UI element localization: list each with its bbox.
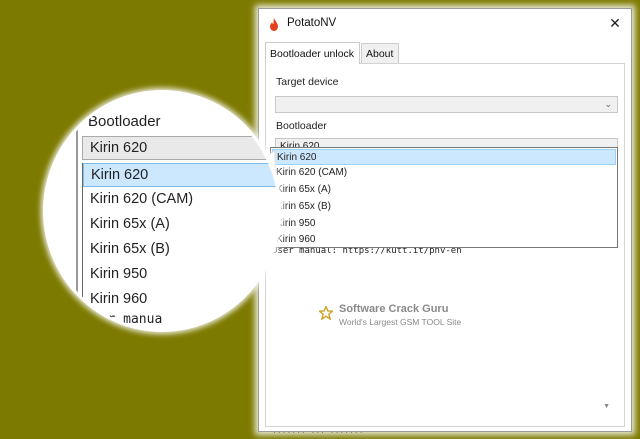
magnifier-zoom: Bootloader Kirin 620 Kirin 620 Kirin 620… <box>46 93 278 329</box>
magnifier-option: Kirin 620 <box>83 163 278 187</box>
magnifier-option: Kirin 65x (B) <box>90 241 170 257</box>
magnifier-option: Kirin 65x (A) <box>90 216 170 232</box>
magnifier-dropdown-list: Kirin 620 Kirin 620 (CAM) Kirin 65x (A) … <box>82 163 278 323</box>
magnifier-divider <box>76 93 78 329</box>
magnifier-bootloader-select: Kirin 620 <box>82 136 278 160</box>
magnifier-option: Kirin 620 (CAM) <box>90 191 194 207</box>
magnifier-option: Kirin 950 <box>90 266 148 282</box>
magnifier-bootloader-label: Bootloader <box>88 113 161 130</box>
magnifier-option: Kirin 960 <box>90 291 148 307</box>
magnifier-log-fragment: User manua <box>84 312 163 327</box>
